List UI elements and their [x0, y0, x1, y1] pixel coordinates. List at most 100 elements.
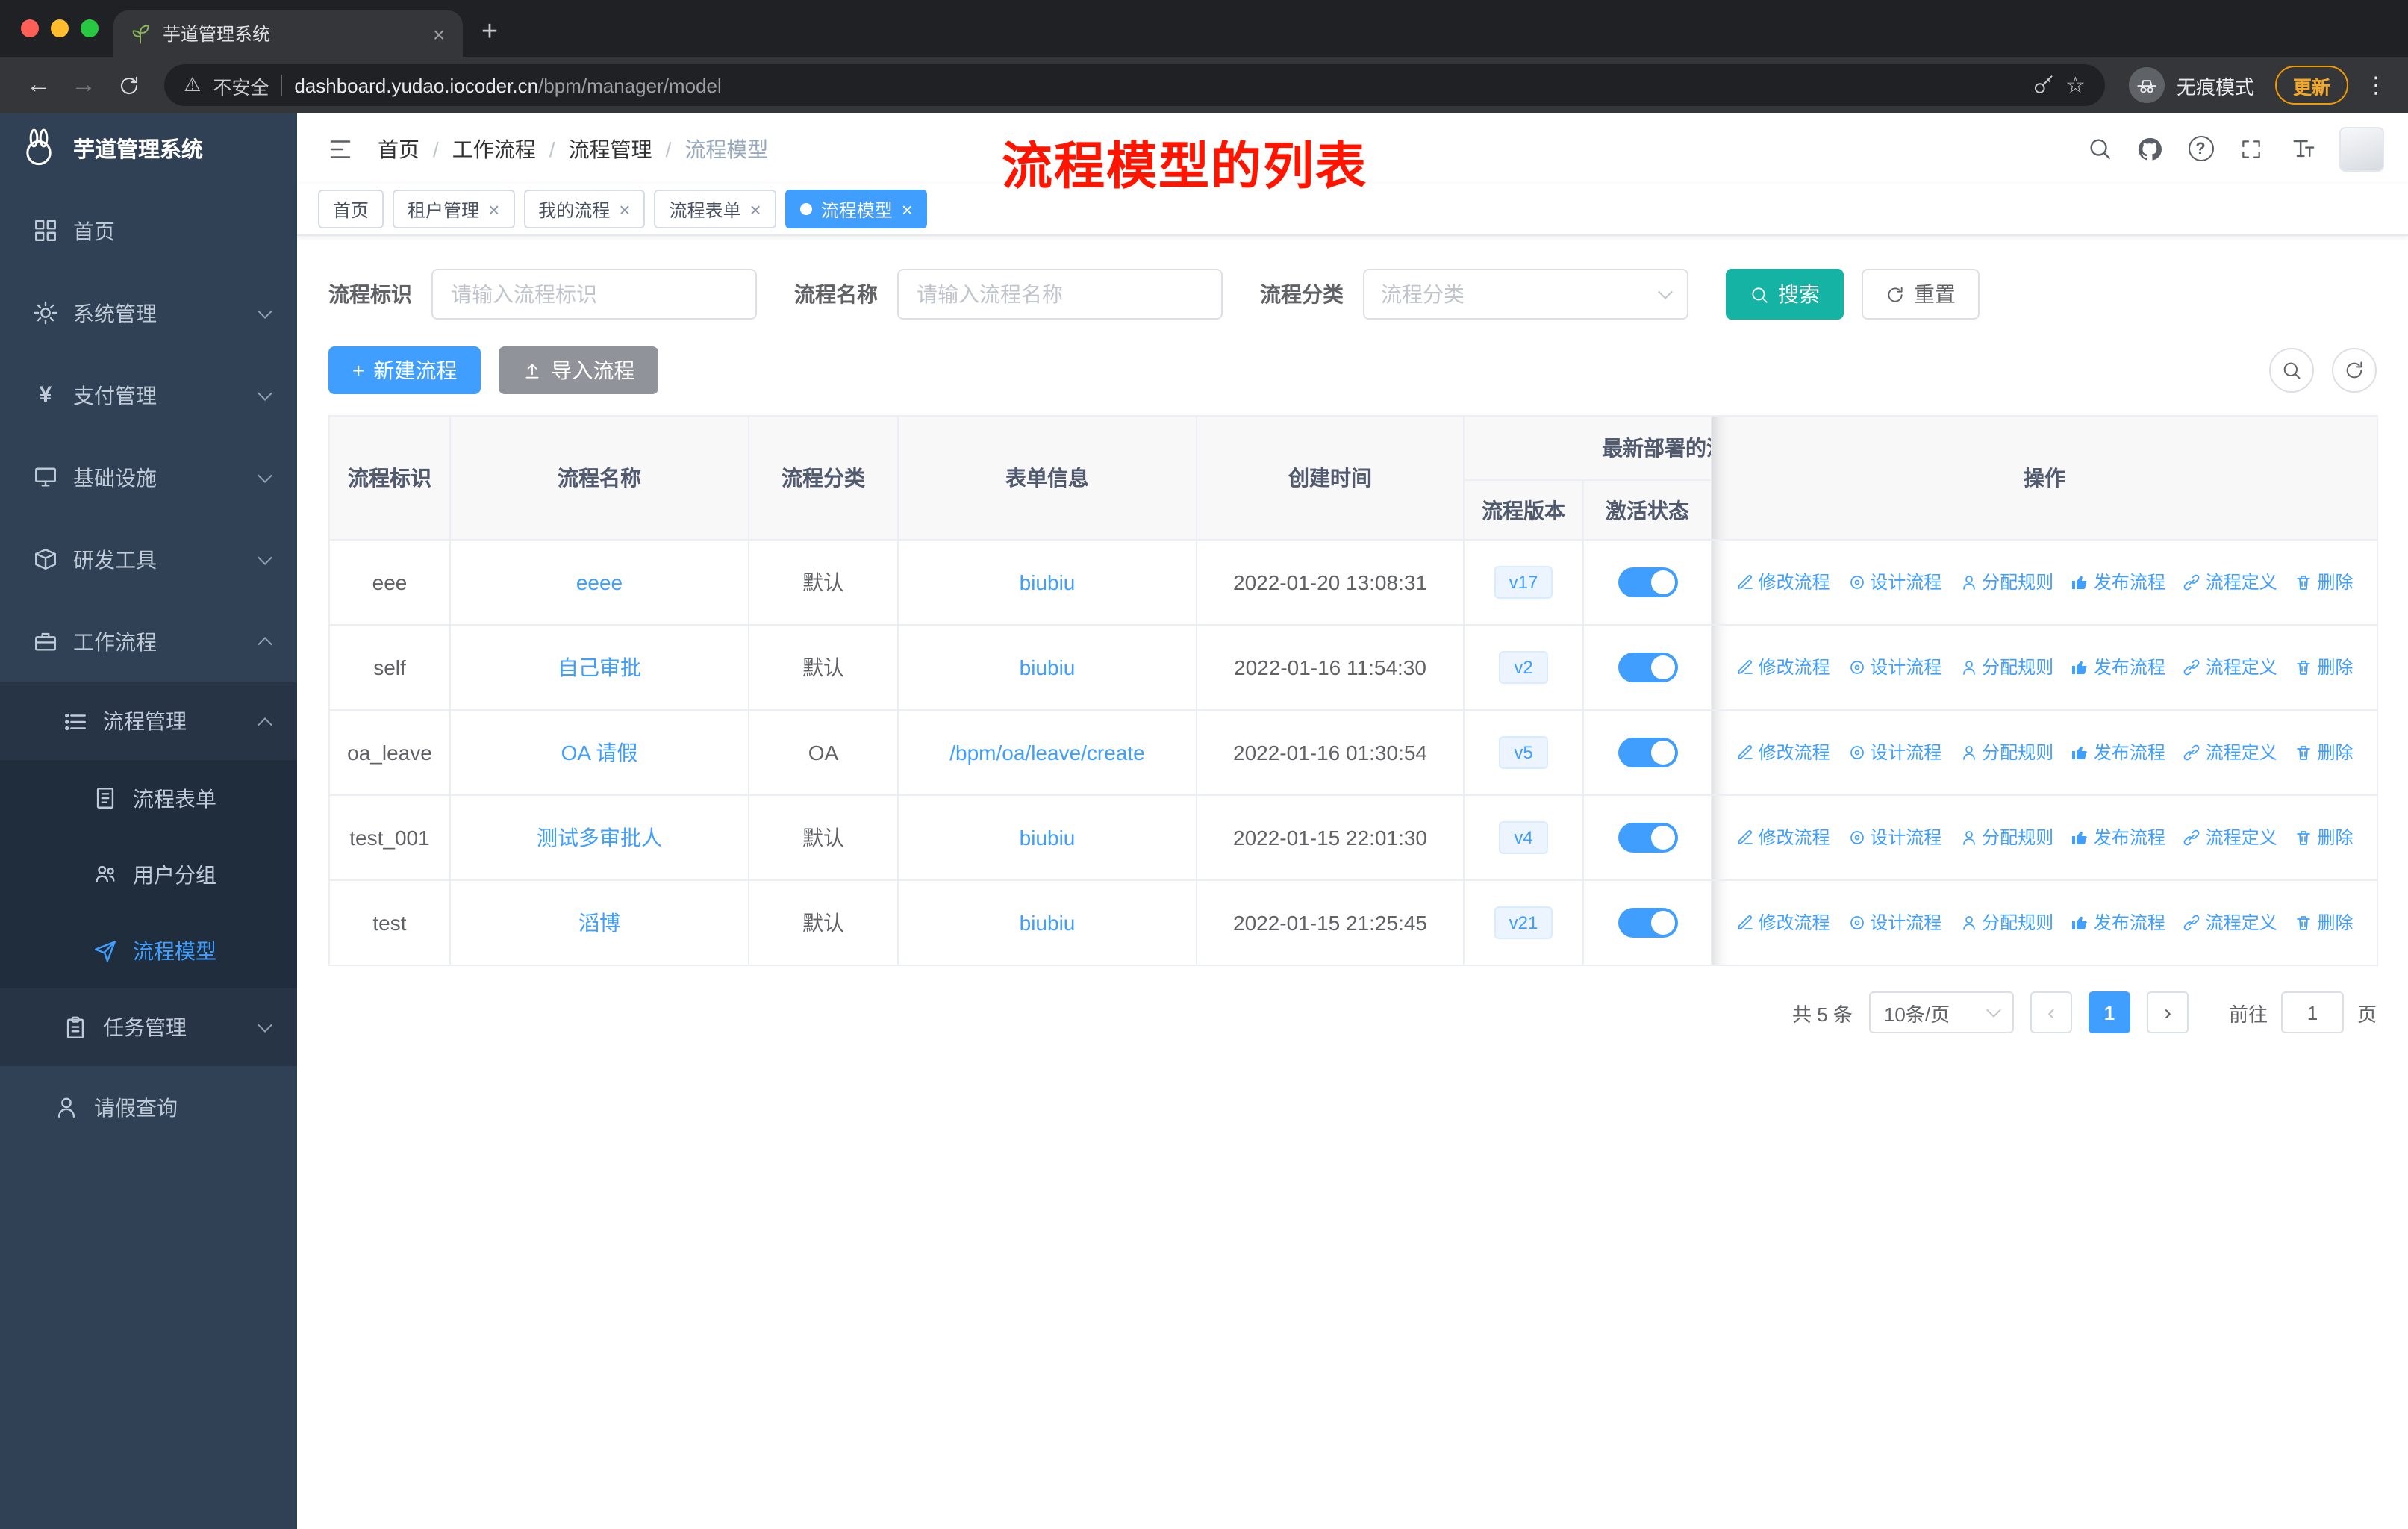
process-name-link[interactable]: eeee — [576, 570, 623, 594]
browser-tab[interactable]: 芋道管理系统 × — [113, 10, 463, 57]
sidebar-item-process-mgmt[interactable]: 流程管理 — [0, 682, 297, 760]
next-page-button[interactable]: › — [2146, 991, 2189, 1033]
form-info-link[interactable]: biubiu — [1020, 826, 1076, 850]
search-icon[interactable] — [2080, 129, 2118, 168]
process-name-link[interactable]: 滔博 — [578, 911, 620, 935]
close-window-button[interactable] — [21, 19, 39, 37]
assign-rule-link[interactable]: 分配规则 — [1959, 825, 2053, 850]
sidebar-item-leave-query[interactable]: 请假查询 — [0, 1066, 297, 1148]
process-name-link[interactable]: 测试多审批人 — [537, 826, 662, 850]
form-info-link[interactable]: /bpm/oa/leave/create — [949, 741, 1145, 764]
tag-tenant-mgmt[interactable]: 租户管理 × — [393, 190, 515, 228]
search-button[interactable]: 搜索 — [1726, 269, 1844, 320]
process-definition-link[interactable]: 流程定义 — [2183, 655, 2277, 680]
assign-rule-link[interactable]: 分配规则 — [1959, 740, 2053, 765]
breadcrumb-workflow[interactable]: 工作流程 — [452, 134, 536, 164]
active-toggle[interactable] — [1618, 823, 1677, 853]
browser-menu-icon[interactable]: ⋮ — [2365, 72, 2387, 99]
toggle-search-button[interactable] — [2269, 348, 2314, 393]
delete-process-link[interactable]: 删除 — [2295, 655, 2354, 680]
process-name-link[interactable]: 自己审批 — [558, 655, 641, 679]
import-process-button[interactable]: 导入流程 — [499, 346, 659, 394]
assign-rule-link[interactable]: 分配规则 — [1959, 910, 2053, 935]
zoom-window-button[interactable] — [81, 19, 99, 37]
edit-process-link[interactable]: 修改流程 — [1735, 825, 1830, 850]
forward-icon[interactable]: → — [63, 64, 105, 106]
create-process-button[interactable]: + 新建流程 — [328, 346, 481, 394]
sidebar-item-process-form[interactable]: 流程表单 — [0, 760, 297, 836]
process-definition-link[interactable]: 流程定义 — [2183, 910, 2277, 935]
version-badge[interactable]: v21 — [1494, 906, 1553, 939]
delete-process-link[interactable]: 删除 — [2295, 740, 2354, 765]
close-icon[interactable]: × — [619, 199, 630, 219]
tag-home[interactable]: 首页 — [318, 190, 384, 228]
tab-close-icon[interactable]: × — [427, 22, 451, 46]
github-icon[interactable] — [2130, 129, 2169, 168]
page-size-select[interactable]: 10条/页 — [1868, 991, 2014, 1033]
design-process-link[interactable]: 设计流程 — [1847, 570, 1941, 595]
help-icon[interactable]: ? — [2181, 129, 2220, 168]
process-definition-link[interactable]: 流程定义 — [2183, 825, 2277, 850]
close-icon[interactable]: × — [750, 199, 761, 219]
publish-process-link[interactable]: 发布流程 — [2071, 570, 2165, 595]
publish-process-link[interactable]: 发布流程 — [2071, 740, 2165, 765]
prev-page-button[interactable]: ‹ — [2030, 991, 2072, 1033]
active-toggle[interactable] — [1618, 738, 1677, 767]
goto-page-input[interactable] — [2280, 991, 2344, 1033]
process-name-link[interactable]: OA 请假 — [561, 741, 638, 764]
version-badge[interactable]: v2 — [1499, 651, 1548, 684]
active-toggle[interactable] — [1618, 908, 1677, 938]
sidebar-item-workflow[interactable]: 工作流程 — [0, 600, 297, 682]
hamburger-icon[interactable] — [321, 129, 360, 168]
publish-process-link[interactable]: 发布流程 — [2071, 825, 2165, 850]
sidebar-item-payment[interactable]: ¥ 支付管理 — [0, 354, 297, 436]
publish-process-link[interactable]: 发布流程 — [2071, 655, 2165, 680]
process-definition-link[interactable]: 流程定义 — [2183, 570, 2277, 595]
sidebar-item-infra[interactable]: 基础设施 — [0, 436, 297, 518]
tag-process-model[interactable]: 流程模型 × — [785, 190, 928, 228]
version-badge[interactable]: v4 — [1499, 821, 1548, 854]
design-process-link[interactable]: 设计流程 — [1847, 740, 1941, 765]
active-toggle[interactable] — [1618, 567, 1677, 597]
sidebar-item-devtools[interactable]: 研发工具 — [0, 518, 297, 600]
font-size-icon[interactable] — [2283, 129, 2321, 168]
fullscreen-icon[interactable] — [2232, 129, 2271, 168]
reload-icon[interactable] — [107, 64, 149, 106]
delete-process-link[interactable]: 删除 — [2295, 910, 2354, 935]
close-icon[interactable]: × — [488, 199, 499, 219]
delete-process-link[interactable]: 删除 — [2295, 825, 2354, 850]
design-process-link[interactable]: 设计流程 — [1847, 825, 1941, 850]
update-browser-button[interactable]: 更新 — [2274, 66, 2348, 105]
process-id-input[interactable] — [431, 269, 757, 320]
sidebar-item-task-mgmt[interactable]: 任务管理 — [0, 988, 297, 1066]
version-badge[interactable]: v17 — [1494, 566, 1553, 599]
publish-process-link[interactable]: 发布流程 — [2071, 910, 2165, 935]
address-bar[interactable]: ⚠ 不安全 dashboard.yudao.iocoder.cn/bpm/man… — [164, 64, 2105, 106]
back-icon[interactable]: ← — [18, 64, 60, 106]
process-name-input[interactable] — [897, 269, 1223, 320]
tag-process-form[interactable]: 流程表单 × — [654, 190, 776, 228]
assign-rule-link[interactable]: 分配规则 — [1959, 570, 2053, 595]
breadcrumb-process-mgmt[interactable]: 流程管理 — [569, 134, 652, 164]
active-toggle[interactable] — [1618, 653, 1677, 682]
form-info-link[interactable]: biubiu — [1020, 911, 1076, 935]
version-badge[interactable]: v5 — [1499, 736, 1548, 769]
page-number-button[interactable]: 1 — [2088, 991, 2130, 1033]
edit-process-link[interactable]: 修改流程 — [1735, 910, 1830, 935]
new-tab-button[interactable]: + — [469, 12, 511, 54]
design-process-link[interactable]: 设计流程 — [1847, 655, 1941, 680]
edit-process-link[interactable]: 修改流程 — [1735, 740, 1830, 765]
category-select[interactable]: 流程分类 — [1363, 269, 1688, 320]
form-info-link[interactable]: biubiu — [1020, 655, 1076, 679]
minimize-window-button[interactable] — [51, 19, 69, 37]
tag-my-process[interactable]: 我的流程 × — [523, 190, 646, 228]
form-info-link[interactable]: biubiu — [1020, 570, 1076, 594]
sidebar-item-system[interactable]: 系统管理 — [0, 272, 297, 354]
refresh-table-button[interactable] — [2332, 348, 2377, 393]
close-icon[interactable]: × — [902, 199, 913, 219]
key-icon[interactable] — [2033, 75, 2053, 96]
avatar[interactable] — [2339, 126, 2384, 171]
breadcrumb-home[interactable]: 首页 — [378, 134, 419, 164]
sidebar-item-user-group[interactable]: 用户分组 — [0, 836, 297, 912]
assign-rule-link[interactable]: 分配规则 — [1959, 655, 2053, 680]
